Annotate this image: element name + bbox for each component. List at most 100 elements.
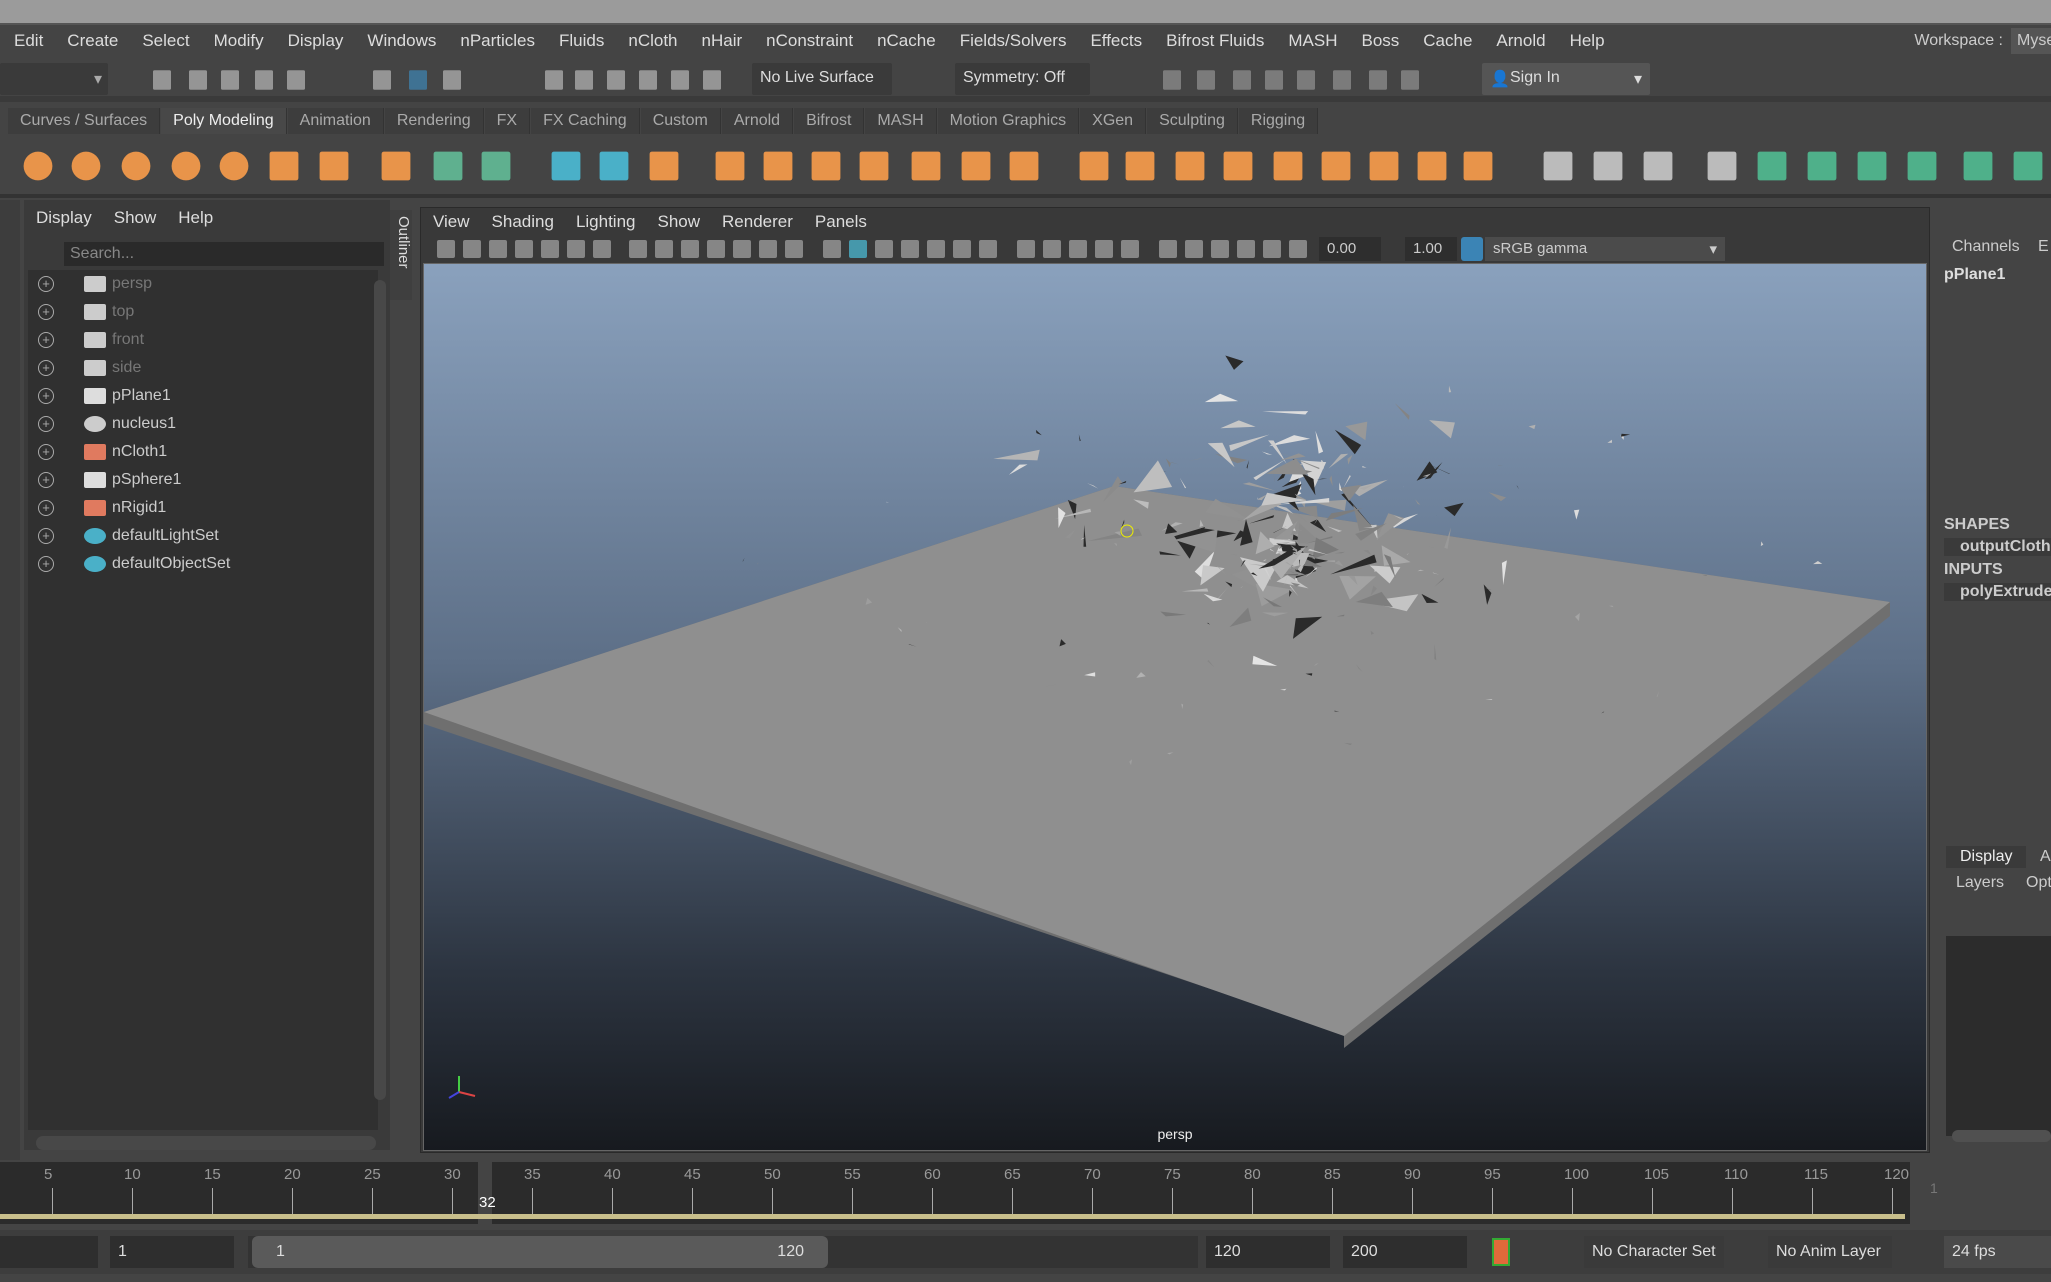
viewport-tool-icon[interactable]	[1211, 240, 1229, 258]
viewport-tool-icon[interactable]	[849, 240, 867, 258]
viewport-tool-icon[interactable]	[953, 240, 971, 258]
viewport-tool-icon[interactable]	[1043, 240, 1061, 258]
viewport-tool-icon[interactable]	[823, 240, 841, 258]
blank-field[interactable]	[0, 1236, 98, 1268]
viewport-tool-icon[interactable]	[785, 240, 803, 258]
color-space-dropdown[interactable]: sRGB gamma ▾	[1485, 237, 1725, 261]
cylindrical-uv-icon[interactable]	[1807, 151, 1837, 181]
shelf-tab-custom[interactable]: Custom	[640, 108, 721, 134]
viewport-menu-shading[interactable]: Shading	[492, 212, 554, 232]
anim-layer-tab[interactable]: A	[2040, 848, 2051, 866]
viewport-tool-icon[interactable]	[733, 240, 751, 258]
cut-uv-icon[interactable]	[1963, 151, 1993, 181]
collapse-icon[interactable]	[1463, 151, 1493, 181]
viewport-tool-icon[interactable]	[1263, 240, 1281, 258]
shelf-tab-xgen[interactable]: XGen	[1080, 108, 1147, 134]
outliner-item-nucleus1[interactable]: + nucleus1	[28, 410, 378, 438]
viewport-tool-icon[interactable]	[1017, 240, 1035, 258]
poly-plane-icon[interactable]	[269, 151, 299, 181]
shelf-tab-poly-modeling[interactable]: Poly Modeling	[161, 108, 287, 134]
shelf-tab-arnold[interactable]: Arnold	[721, 108, 794, 134]
status-tool-icon[interactable]	[221, 70, 239, 90]
menu-ncloth[interactable]: nCloth	[628, 31, 677, 51]
pivot-icon[interactable]	[551, 151, 581, 181]
status-tool-icon[interactable]	[1333, 70, 1351, 90]
status-tool-icon[interactable]	[373, 70, 391, 90]
status-tool-icon[interactable]	[1369, 70, 1387, 90]
outliner-tab[interactable]: Outliner	[390, 210, 412, 300]
automatic-uv-icon[interactable]	[1907, 151, 1937, 181]
mirror-icon[interactable]	[811, 151, 841, 181]
outliner-search-input[interactable]: Search...	[64, 242, 384, 266]
playback-end-field[interactable]: 120	[1206, 1236, 1330, 1268]
outliner-menu-show[interactable]: Show	[114, 208, 157, 228]
menu-fields-solvers[interactable]: Fields/Solvers	[960, 31, 1067, 51]
outliner-item-persp[interactable]: + persp	[28, 270, 378, 298]
viewport-tool-icon[interactable]	[567, 240, 585, 258]
status-tool-icon[interactable]	[443, 70, 461, 90]
workspace-selector[interactable]: Workspace : Myself	[1914, 28, 2051, 54]
poly-torus-icon[interactable]	[121, 151, 151, 181]
expand-icon[interactable]: +	[38, 528, 54, 544]
shape-node[interactable]: outputCloth	[1944, 538, 2051, 556]
status-tool-icon[interactable]	[153, 70, 171, 90]
reduce-icon[interactable]	[911, 151, 941, 181]
symmetry-dropdown[interactable]: Symmetry: Off	[955, 63, 1090, 95]
viewport-tool-icon[interactable]	[927, 240, 945, 258]
shelf-tab-curves---surfaces[interactable]: Curves / Surfaces	[8, 108, 161, 134]
outliner-item-pSphere1[interactable]: + pSphere1	[28, 466, 378, 494]
poly-cube-icon[interactable]	[71, 151, 101, 181]
viewport-tool-icon[interactable]	[463, 240, 481, 258]
expand-icon[interactable]: +	[38, 416, 54, 432]
viewport-tool-icon[interactable]	[541, 240, 559, 258]
wedge-icon[interactable]	[1369, 151, 1399, 181]
workspace-dropdown[interactable]: Myself	[2011, 28, 2051, 54]
status-tool-icon[interactable]	[189, 70, 207, 90]
shelf-tab-bifrost[interactable]: Bifrost	[794, 108, 865, 134]
expand-icon[interactable]: +	[38, 360, 54, 376]
expand-icon[interactable]: +	[38, 556, 54, 572]
outliner-item-nCloth1[interactable]: + nCloth1	[28, 438, 378, 466]
menu-nconstraint[interactable]: nConstraint	[766, 31, 853, 51]
poly-cylinder-icon[interactable]	[219, 151, 249, 181]
status-tool-icon[interactable]	[545, 70, 563, 90]
viewport-tool-icon[interactable]	[437, 240, 455, 258]
viewport-tool-icon[interactable]	[489, 240, 507, 258]
status-tool-icon[interactable]	[1197, 70, 1215, 90]
poly-cone-icon[interactable]	[171, 151, 201, 181]
layer-scrollbar[interactable]	[1952, 1130, 2051, 1142]
svg-icon[interactable]	[381, 151, 411, 181]
gamma-field[interactable]: 1.00	[1405, 237, 1457, 261]
input-node[interactable]: polyExtrude	[1944, 583, 2051, 601]
viewport-menu-lighting[interactable]: Lighting	[576, 212, 636, 232]
viewport-menu-panels[interactable]: Panels	[815, 212, 867, 232]
append-icon[interactable]	[1223, 151, 1253, 181]
insert-loop-icon[interactable]	[1707, 151, 1737, 181]
bevel-icon[interactable]	[1175, 151, 1205, 181]
timer-icon[interactable]	[599, 151, 629, 181]
viewport-menu-show[interactable]: Show	[658, 212, 701, 232]
status-tool-icon[interactable]	[1163, 70, 1181, 90]
viewport-tool-icon[interactable]	[1185, 240, 1203, 258]
outliner-item-nRigid1[interactable]: + nRigid1	[28, 494, 378, 522]
status-tool-icon[interactable]	[1233, 70, 1251, 90]
status-tool-icon[interactable]	[575, 70, 593, 90]
bridge-icon[interactable]	[1125, 151, 1155, 181]
viewport-tool-icon[interactable]	[681, 240, 699, 258]
3d-viewport[interactable]: persp	[423, 263, 1927, 1151]
viewport-tool-icon[interactable]	[515, 240, 533, 258]
animation-start-field[interactable]: 1	[110, 1236, 234, 1268]
menu-effects[interactable]: Effects	[1090, 31, 1142, 51]
anim-layer-dropdown[interactable]: No Anim Layer	[1768, 1236, 1892, 1268]
shelf-tab-mash[interactable]: MASH	[865, 108, 937, 134]
status-tool-icon[interactable]	[255, 70, 273, 90]
color-management-toggle[interactable]	[1461, 237, 1483, 261]
menu-nparticles[interactable]: nParticles	[460, 31, 535, 51]
menu-display[interactable]: Display	[288, 31, 344, 51]
expand-icon[interactable]: +	[38, 472, 54, 488]
options-menu[interactable]: Opt	[2026, 874, 2051, 892]
menu-fluids[interactable]: Fluids	[559, 31, 604, 51]
extrude-icon[interactable]	[1079, 151, 1109, 181]
viewport-tool-icon[interactable]	[1095, 240, 1113, 258]
menu-cache[interactable]: Cache	[1423, 31, 1472, 51]
